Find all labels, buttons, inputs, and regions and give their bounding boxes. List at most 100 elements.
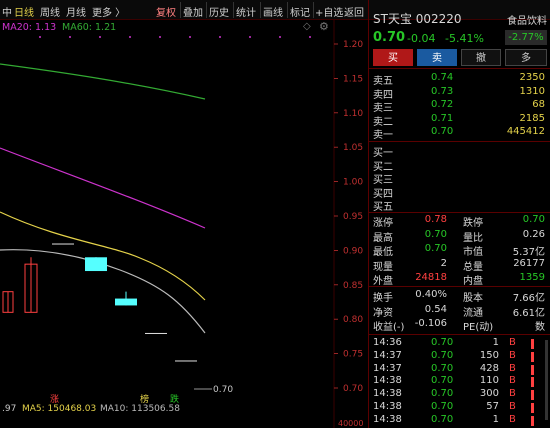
candle-body	[115, 298, 137, 306]
stat-label: 流通	[463, 307, 483, 319]
tick-side: B	[509, 413, 516, 425]
overlay-button[interactable]: 叠加	[183, 4, 203, 19]
price-tick: 0.70	[343, 384, 363, 394]
candle-body	[145, 332, 167, 334]
ask-volume: 1310	[519, 85, 545, 97]
tick-time: 14:36	[373, 337, 402, 348]
tick-price: 0.70	[431, 337, 454, 348]
period-fragment[interactable]: 中	[2, 4, 12, 19]
stat-row: 收益(-) -0.106 PE(动) 数	[369, 318, 550, 334]
tick-volume: 57	[486, 401, 499, 412]
ask-row[interactable]: 卖三 0.72 68	[369, 99, 550, 114]
tick-side: B	[509, 388, 516, 400]
volume-axis-label: 40000	[338, 419, 363, 428]
ask-volume: 445412	[506, 126, 545, 138]
cancel-order-button[interactable]: 撤	[461, 49, 501, 66]
tick-bar	[531, 403, 534, 413]
stat-row: 涨停 0.78 跌停 0.70	[369, 214, 550, 229]
tick-bar	[531, 390, 534, 401]
tick-bar	[531, 415, 534, 426]
price-tick: 1.20	[343, 40, 363, 50]
stat-row: 现量 2 总量 26177	[369, 257, 550, 273]
ma5-volume: MA5: 150468.03	[22, 404, 97, 414]
add-watchlist-button[interactable]: +自选	[315, 4, 343, 19]
tab-daily[interactable]: 日线	[14, 4, 34, 19]
bid-row[interactable]: 买一	[369, 144, 550, 159]
tick-scrollbar[interactable]	[545, 340, 548, 420]
stat-value: 0.26	[522, 228, 545, 240]
tick-row: 14:38 0.70 1 B	[369, 414, 550, 428]
bid-row[interactable]: 买五	[369, 198, 550, 213]
stat-value: 6.61亿	[512, 307, 545, 319]
stat-label: 现量	[373, 261, 393, 273]
ask-label: 卖一	[373, 130, 393, 142]
price-tick: 1.15	[343, 74, 363, 84]
stat-label: 股本	[463, 293, 483, 304]
stat-row: 最高 0.70 量比 0.26	[369, 228, 550, 244]
tick-bar	[531, 351, 534, 362]
stat-value: 0.40%	[415, 289, 447, 300]
fuquan-button[interactable]: 复权	[156, 4, 176, 19]
price-tick: 1.05	[343, 143, 363, 153]
tick-volume: 1	[492, 413, 499, 425]
last-price-label: 0.70	[213, 385, 233, 395]
tick-volume: 428	[479, 362, 499, 374]
ask-row[interactable]: 卖一 0.70 445412	[369, 126, 550, 142]
stat-value: 26177	[513, 257, 545, 269]
bid-row[interactable]: 买三	[369, 171, 550, 186]
stat-value: 0.70	[424, 243, 447, 255]
stat-value: 0.70	[424, 228, 447, 240]
stat-value: 0.54	[424, 303, 447, 315]
tab-weekly[interactable]: 周线	[40, 4, 60, 19]
ask-row[interactable]: 卖四 0.73 1310	[369, 85, 550, 101]
kline-chart[interactable]: 1.20 1.15 1.10 1.05 1.00 0.95 0.90 0.85 0.80 0.75…	[0, 20, 365, 428]
ask-price: 0.74	[431, 72, 454, 83]
mark-button[interactable]: 标记	[290, 4, 310, 19]
tick-bar	[531, 339, 534, 349]
more-periods-button[interactable]: 更多 〉	[92, 4, 125, 19]
tick-time: 14:37	[373, 362, 402, 374]
stock-name-code: ST天宝 002220	[373, 12, 462, 26]
history-button[interactable]: 历史	[209, 4, 229, 19]
tick-side: B	[509, 337, 516, 348]
bid-row[interactable]: 买二	[369, 158, 550, 173]
back-button[interactable]: 返回	[344, 4, 364, 19]
draw-line-button[interactable]: 画线	[263, 4, 283, 19]
tick-price: 0.70	[431, 375, 454, 387]
ask-price: 0.70	[431, 126, 454, 138]
price-tick: 1.10	[343, 109, 363, 119]
sector-change-pct: -2.77%	[505, 30, 547, 45]
tick-price: 0.70	[431, 349, 454, 361]
stat-label: 最低	[373, 247, 393, 259]
ask-price: 0.73	[431, 85, 454, 97]
price-tick: 0.80	[343, 315, 363, 325]
stat-row: 换手 0.40% 股本 7.66亿	[369, 289, 550, 304]
ask-row[interactable]: 卖五 0.74 2350	[369, 72, 550, 87]
stat-value: 0.78	[424, 214, 447, 225]
tick-side: B	[509, 349, 516, 361]
buy-button[interactable]: 买	[373, 49, 413, 66]
stat-value: 7.66亿	[512, 293, 545, 304]
tick-volume: 300	[479, 388, 499, 400]
tick-price: 0.70	[431, 401, 454, 412]
bid-row[interactable]: 买四	[369, 185, 550, 200]
ask-price: 0.71	[431, 112, 454, 124]
ask-row[interactable]: 卖二 0.71 2185	[369, 112, 550, 128]
sell-button[interactable]: 卖	[417, 49, 457, 66]
stats-button[interactable]: 统计	[236, 4, 256, 19]
sector-label[interactable]: 食品饮料	[507, 12, 547, 27]
stat-value: 数	[535, 322, 545, 334]
tick-price: 0.70	[431, 362, 454, 374]
quote-panel: ST天宝 002220 食品饮料 0.70 -0.04 -5.41% -2.77…	[368, 0, 550, 428]
stat-label: 净资	[373, 307, 393, 319]
stat-value: 24818	[415, 272, 447, 284]
tick-time: 14:38	[373, 401, 402, 412]
more-button[interactable]: 多	[505, 49, 547, 66]
tick-bar	[531, 364, 534, 375]
tick-time: 14:38	[373, 413, 402, 425]
price-tick: 0.95	[343, 212, 363, 222]
ask-volume: 2185	[519, 112, 545, 124]
tab-monthly[interactable]: 月线	[66, 4, 86, 19]
stat-value: 0.70	[522, 214, 545, 225]
stat-row: 最低 0.70 市值 5.37亿	[369, 243, 550, 259]
